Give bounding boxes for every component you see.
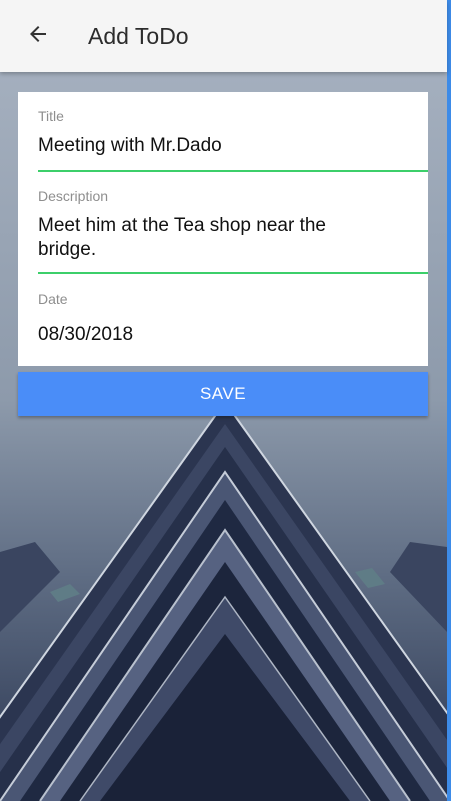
date-field[interactable]: Date 08/30/2018 [38, 291, 428, 347]
description-underline [38, 272, 428, 274]
title-field[interactable]: Title Meeting with Mr.Dado [38, 108, 428, 158]
description-field[interactable]: Description Meet him at the Tea shop nea… [38, 188, 428, 262]
title-underline [38, 170, 428, 172]
date-input[interactable]: 08/30/2018 [38, 323, 428, 347]
description-label: Description [38, 188, 109, 204]
page-title: Add ToDo [88, 22, 189, 49]
todo-form-card: Title Meeting with Mr.Dado Description M… [18, 92, 428, 366]
screen-edge [447, 0, 451, 801]
title-input[interactable]: Meeting with Mr.Dado [38, 134, 428, 158]
date-label: Date [38, 291, 68, 307]
arrow-back-icon [26, 22, 50, 51]
back-button[interactable] [18, 16, 58, 56]
description-input[interactable]: Meet him at the Tea shop near the bridge… [38, 214, 368, 262]
app-bar: Add ToDo [0, 0, 447, 72]
save-button[interactable]: SAVE [18, 372, 428, 416]
title-label: Title [38, 108, 64, 124]
